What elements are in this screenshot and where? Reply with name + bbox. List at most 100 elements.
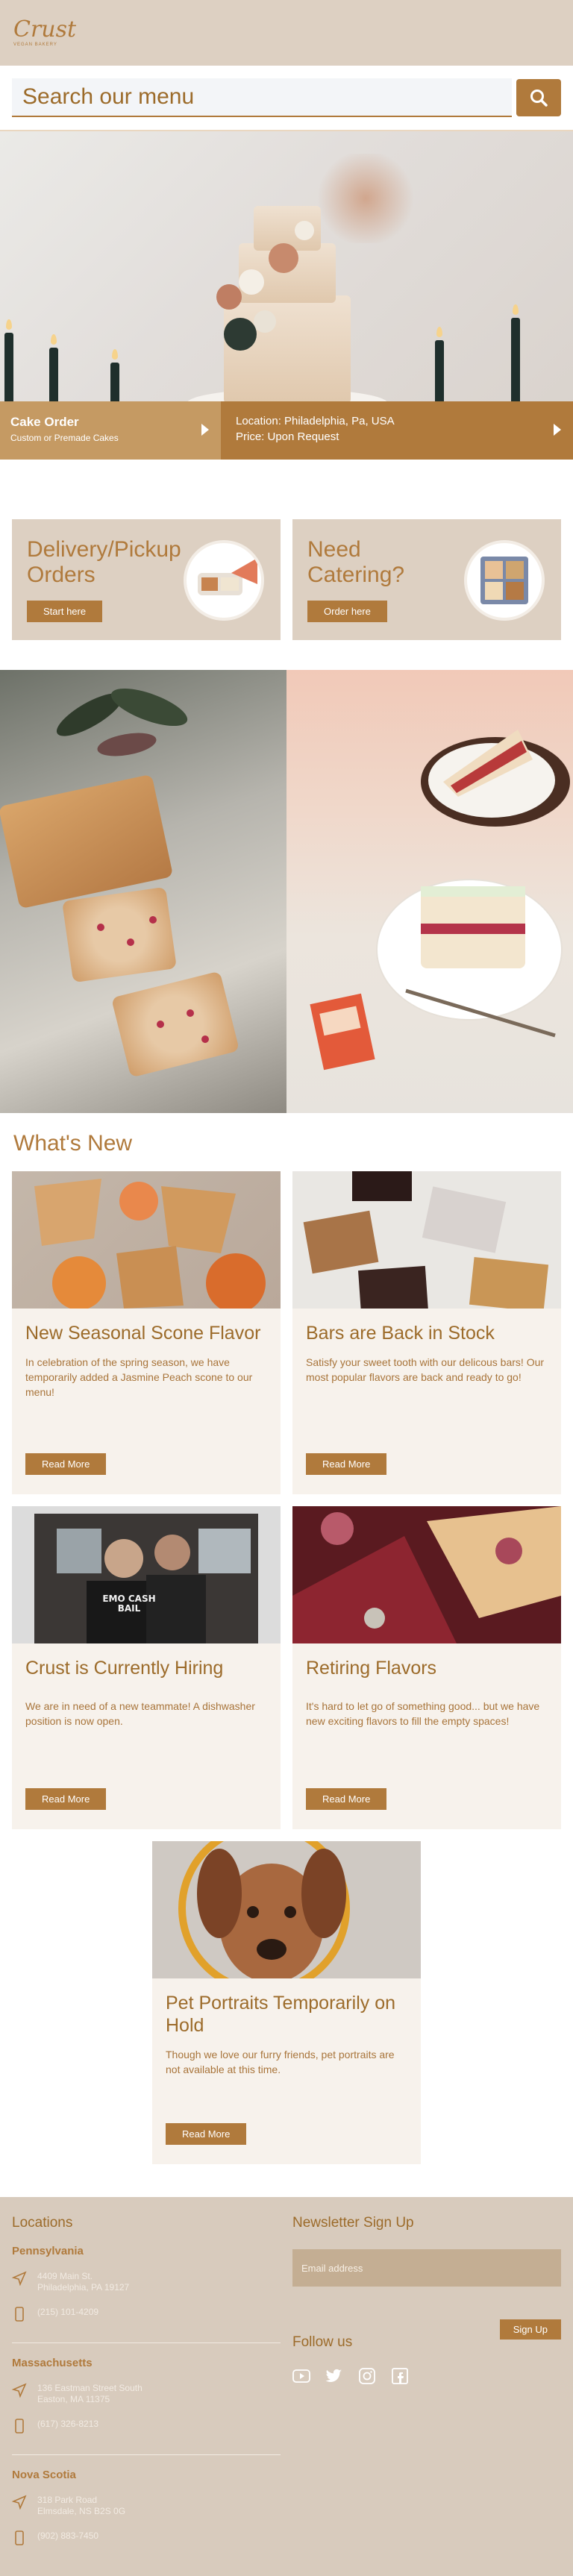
order-tiles: Delivery/Pickup Orders Start here Need C… (0, 519, 573, 640)
news-card: Bars are Back in Stock Satisfy your swee… (292, 1171, 561, 1494)
scones-illustration (34, 1179, 266, 1309)
cake-details-panel[interactable]: Location: Philadelphia, Pa, USA Price: U… (221, 401, 573, 460)
flower (239, 269, 264, 295)
search-box (12, 78, 512, 117)
twitter-icon[interactable] (325, 2367, 343, 2385)
search-row (0, 66, 573, 131)
divider (12, 2342, 281, 2343)
location-state: Massachusetts (12, 2357, 93, 2369)
start-here-button[interactable]: Start here (27, 601, 103, 622)
team-illustration (34, 1514, 258, 1643)
card-title: Pet Portraits Temporarily on Hold (166, 1993, 395, 2036)
phone-number[interactable]: (617) 326-8213 (37, 2419, 98, 2430)
locations-title: Locations (12, 2215, 73, 2231)
flower (224, 318, 257, 351)
phone-icon (15, 2307, 24, 2322)
address-line-1: 4409 Main St. (37, 2271, 93, 2281)
address-line-1: 136 Eastman Street South (37, 2383, 143, 2393)
berry (157, 1021, 164, 1028)
bars-illustration (303, 1171, 549, 1309)
search-button[interactable] (516, 79, 561, 116)
matchbox (310, 993, 375, 1071)
top-bar: Crust VEGAN BAKERY (0, 0, 573, 66)
cake-location: Location: Philadelphia, Pa, USA (236, 415, 395, 427)
pet-portrait-image (152, 1841, 421, 1978)
email-field[interactable] (292, 2249, 561, 2287)
cake-order-subtitle: Custom or Premade Cakes (10, 433, 119, 443)
cake-slice (421, 886, 525, 968)
hero-info-bar: Cake Order Custom or Premade Cakes Locat… (0, 401, 573, 460)
logo[interactable]: Crust VEGAN BAKERY (13, 19, 76, 48)
card-title: Crust is Currently Hiring (25, 1658, 224, 1679)
card-text: Satisfy your sweet tooth with our delico… (306, 1356, 545, 1383)
flower (269, 243, 298, 273)
catering-tile: Need Catering? Order here (292, 519, 561, 640)
location-address: 136 Eastman Street South Easton, MA 1137… (12, 2383, 281, 2405)
news-grid: New Seasonal Scone Flavor In celebration… (0, 1171, 573, 2164)
flower (216, 284, 242, 310)
card-title: Retiring Flavors (306, 1658, 437, 1679)
flavors-image (292, 1506, 561, 1643)
address-line-2: Easton, MA 11375 (37, 2394, 110, 2404)
delivery-image (184, 540, 264, 621)
berry (149, 916, 157, 924)
card-title: New Seasonal Scone Flavor (25, 1323, 261, 1344)
phone-icon (15, 2530, 24, 2545)
catering-box-icon (480, 557, 528, 604)
logo-subtitle: VEGAN BAKERY (13, 43, 57, 47)
plant-leaves (56, 688, 188, 756)
loaf-photo (0, 670, 286, 1113)
order-here-button[interactable]: Order here (307, 601, 387, 622)
candle-flame (436, 327, 442, 337)
read-more-button[interactable]: Read More (166, 2123, 247, 2145)
address-line-2: Elmsdale, NS B2S 0G (37, 2506, 126, 2516)
tile-title: Need Catering? (307, 537, 405, 587)
arrow-right-icon (554, 424, 561, 436)
news-card: EMO CASH BAIL Crust is Currently Hiring … (12, 1506, 281, 1829)
read-more-button[interactable]: Read More (25, 1453, 107, 1475)
search-input[interactable] (22, 84, 512, 110)
hero-banner: Cake Order Custom or Premade Cakes Locat… (0, 131, 573, 460)
berry (97, 924, 104, 931)
facebook-icon[interactable] (391, 2367, 409, 2385)
hero-splash (313, 154, 418, 243)
berry (127, 938, 134, 946)
cake-order-title: Cake Order (10, 415, 79, 429)
candle-flame (513, 304, 519, 315)
footer: Locations Pennsylvania 4409 Main St. Phi… (0, 2197, 573, 2576)
instagram-icon[interactable] (358, 2367, 376, 2385)
youtube-icon[interactable] (292, 2367, 310, 2385)
social-links (292, 2367, 561, 2385)
news-card: New Seasonal Scone Flavor In celebration… (12, 1171, 281, 1494)
read-more-button[interactable]: Read More (306, 1788, 387, 1810)
navigation-arrow-icon (12, 2383, 27, 2398)
food-photos (0, 670, 573, 1113)
flower (295, 221, 314, 240)
whats-new-title: What's New (13, 1131, 133, 1156)
locations-section: Locations Pennsylvania 4409 Main St. Phi… (12, 2215, 281, 2545)
navigation-arrow-icon (12, 2495, 27, 2510)
catering-image (464, 540, 545, 621)
read-more-button[interactable]: Read More (25, 1788, 107, 1810)
address-line-2: Philadelphia, PA 19127 (37, 2282, 130, 2293)
newsletter-section: Newsletter Sign Up Sign Up Follow us (292, 2215, 561, 2385)
location-state: Nova Scotia (12, 2469, 76, 2481)
phone-number[interactable]: (902) 883-7450 (37, 2530, 98, 2542)
loaf-slice (62, 886, 177, 983)
berry (187, 1009, 194, 1017)
page: Crust VEGAN BAKERY Search our menu Cake … (0, 0, 573, 2576)
card-title: Bars are Back in Stock (306, 1323, 495, 1344)
cake-slice (443, 730, 533, 797)
candle-flame (51, 334, 57, 345)
cake-order-panel[interactable]: Cake Order Custom or Premade Cakes (0, 401, 221, 460)
phone-number[interactable]: (215) 101-4209 (37, 2307, 98, 2318)
divider (12, 2454, 281, 2455)
sign-up-button[interactable]: Sign Up (499, 2319, 561, 2340)
arrow-right-icon (201, 424, 209, 436)
card-text: We are in need of a new teammate! A dish… (25, 1700, 255, 1727)
delivery-pickup-tile: Delivery/Pickup Orders Start here (12, 519, 281, 640)
location-phone: (215) 101-4209 (12, 2307, 281, 2322)
read-more-button[interactable]: Read More (306, 1453, 387, 1475)
navigation-arrow-icon (12, 2271, 27, 2286)
address-line-1: 318 Park Road (37, 2495, 98, 2505)
